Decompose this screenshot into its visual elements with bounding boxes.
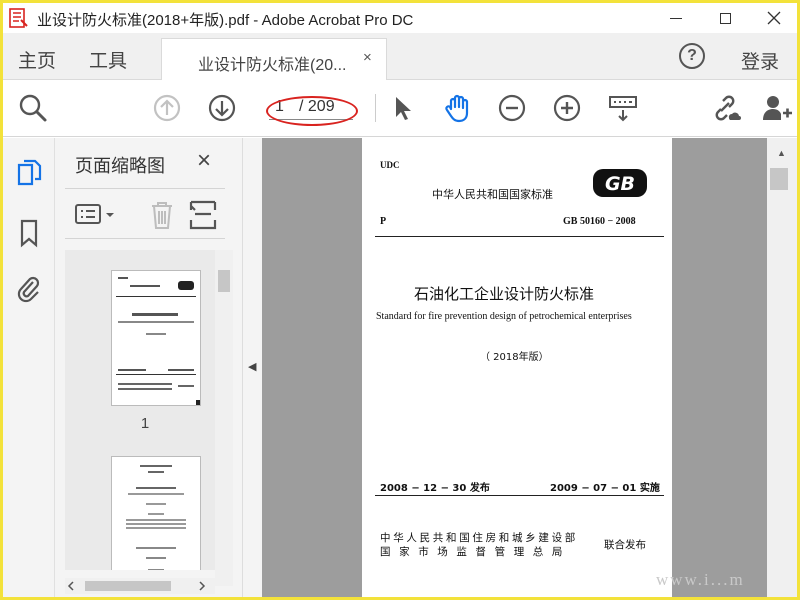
close-icon (767, 11, 781, 25)
class-letter: P (380, 216, 387, 227)
document-title-en: Standard for fire prevention design of p… (376, 311, 632, 322)
document-tab-label: 业设计防火标准(20... (198, 57, 347, 74)
close-panel-button[interactable]: × (197, 147, 211, 175)
scrollbar-thumb[interactable] (770, 168, 788, 190)
thumbnail-preview (116, 277, 200, 405)
collapse-panel-button[interactable]: ◀ (242, 138, 262, 597)
tab-home[interactable]: 主页 (18, 46, 56, 73)
maximize-button[interactable] (705, 5, 745, 31)
search-icon[interactable] (17, 92, 49, 124)
panel-title: 页面缩略图 (75, 156, 165, 176)
close-window-button[interactable] (754, 5, 794, 31)
attachments-icon[interactable] (15, 274, 43, 304)
standard-code: GB 50160 − 2008 (563, 216, 636, 227)
thumbnails-panel: 页面缩略图 × 1 (55, 138, 242, 597)
help-button[interactable]: ? (679, 43, 705, 69)
issuer-2: 国家市场监督管理总局 (380, 546, 571, 558)
login-button[interactable]: 登录 (741, 47, 779, 74)
document-view[interactable]: UDC 中华人民共和国国家标准 GB P GB 50160 − 2008 石油化… (262, 138, 767, 597)
options-menu-icon[interactable] (75, 204, 117, 226)
thumbnail-preview (126, 465, 186, 570)
bookmarks-icon[interactable] (15, 218, 43, 248)
scrollbar-thumb[interactable] (218, 270, 230, 292)
scrollbar-thumb[interactable] (85, 581, 171, 591)
zoom-in-icon[interactable] (551, 92, 583, 124)
tab-bar: 主页 工具 业设计防火标准(20... × ? 登录 (3, 33, 797, 80)
close-tab-button[interactable]: × (363, 49, 372, 66)
title-bar: 业设计防火标准(2018+年版).pdf - Adobe Acrobat Pro… (3, 3, 797, 33)
issuer-1: 中华人民共和国住房和城乡建设部 (380, 532, 578, 544)
thumbnail-list: 1 (65, 250, 225, 570)
edition-label: （ 2018年版） (480, 352, 549, 363)
window-title: 业设计防火标准(2018+年版).pdf - Adobe Acrobat Pro… (37, 12, 414, 29)
collapse-arrow-icon: ◀ (248, 361, 257, 373)
keyboard-scroll-icon[interactable] (607, 92, 639, 124)
thumbnail-horizontal-scrollbar[interactable] (65, 578, 215, 594)
share-link-icon[interactable] (709, 92, 741, 124)
joint-issue-label: 联合发布 (604, 539, 646, 551)
page-thumbnail-2[interactable] (111, 456, 201, 570)
hand-tool-icon[interactable] (442, 92, 474, 124)
pdf-page: UDC 中华人民共和国国家标准 GB P GB 50160 − 2008 石油化… (362, 138, 672, 597)
scroll-right-icon[interactable] (198, 581, 206, 591)
select-cursor-icon[interactable] (387, 92, 419, 124)
next-page-icon[interactable] (206, 92, 238, 124)
scroll-left-icon[interactable] (67, 581, 75, 591)
app-logo-icon (9, 8, 28, 28)
panel-divider (65, 188, 225, 189)
toolbar-divider (375, 94, 376, 122)
national-standard-label: 中华人民共和国国家标准 (432, 188, 553, 201)
add-user-icon[interactable] (761, 92, 793, 124)
delete-page-icon[interactable] (149, 200, 175, 230)
extract-pages-icon[interactable] (189, 200, 217, 230)
udc-label: UDC (380, 160, 400, 170)
document-title-cn: 石油化工企业设计防火标准 (414, 285, 595, 303)
toolbar: 1 / 209 (3, 80, 797, 137)
page-thumbnail-1[interactable] (111, 270, 201, 406)
page-rule (375, 236, 664, 237)
watermark-text: www.i...m (656, 570, 745, 589)
gb-logo-text: GB (605, 173, 635, 195)
panel-divider (65, 238, 225, 239)
page-rule (375, 495, 664, 496)
thumbnail-scrollbar[interactable] (215, 250, 233, 586)
red-annotation-oval (266, 96, 358, 126)
document-scrollbar[interactable]: ▲ (767, 138, 797, 597)
scroll-up-icon[interactable]: ▲ (777, 148, 786, 158)
previous-page-icon[interactable] (151, 92, 183, 124)
navigation-rail (3, 138, 55, 597)
thumbnail-label: 1 (140, 415, 150, 432)
document-tab[interactable]: 业设计防火标准(20... × (161, 38, 387, 80)
tab-tools[interactable]: 工具 (89, 46, 127, 73)
issue-date: 2008 − 12 − 30 发布 (380, 483, 490, 494)
minimize-button[interactable] (656, 5, 696, 31)
page-thumbnails-icon[interactable] (15, 158, 43, 188)
gb-logo: GB (593, 169, 647, 197)
zoom-out-icon[interactable] (496, 92, 528, 124)
effective-date: 2009 − 07 − 01 实施 (550, 483, 660, 494)
panel-tools (75, 198, 235, 230)
